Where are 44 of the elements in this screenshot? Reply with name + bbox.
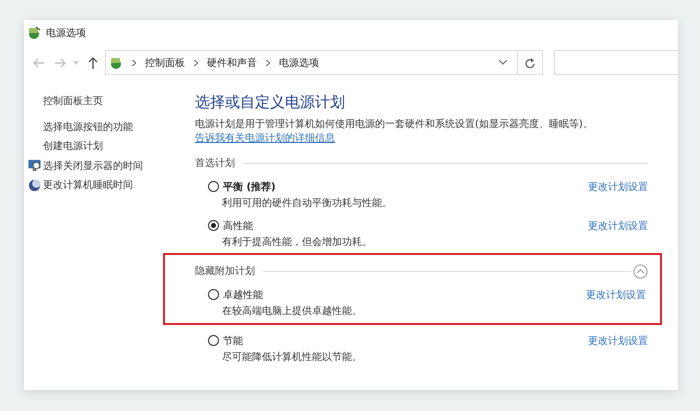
refresh-icon xyxy=(525,58,535,68)
group-title: 隐藏附加计划 xyxy=(195,264,255,278)
plan-description: 有利于提高性能，但会增加功耗。 xyxy=(221,236,373,249)
chevron-icon xyxy=(132,60,136,66)
monitor-clock-icon xyxy=(28,159,41,172)
change-plan-settings-link[interactable]: 更改计划设置 xyxy=(588,334,648,348)
plan-name: 平衡 (推荐) xyxy=(223,180,276,194)
address-bar[interactable]: 控制面板 硬件和声音 电源选项 xyxy=(105,50,518,75)
plan-description: 尽可能降低计算机性能以节能。 xyxy=(221,350,363,364)
power-options-icon xyxy=(109,56,123,70)
plan-name: 高性能 xyxy=(223,220,253,232)
search-field[interactable] xyxy=(554,50,678,75)
sidebar-link[interactable]: 控制面板主页 xyxy=(43,94,103,108)
moon-icon xyxy=(28,178,41,192)
radio-button[interactable] xyxy=(208,289,219,300)
sidebar-link[interactable]: 选择电源按钮的功能 xyxy=(43,120,133,134)
breadcrumb[interactable]: 硬件和声音 xyxy=(207,56,257,70)
radio-button[interactable] xyxy=(208,181,219,192)
up-icon[interactable] xyxy=(88,56,98,68)
plan-description: 在较高端电脑上提供卓越性能。 xyxy=(221,304,363,318)
sidebar-link[interactable]: 更改计算机睡眠时间 xyxy=(43,178,133,192)
plan-description: 利用可用的硬件自动平衡功耗与性能。 xyxy=(221,196,393,210)
details-link[interactable]: 告诉我有关电源计划的详细信息 xyxy=(195,133,335,144)
power-options-icon xyxy=(27,26,41,40)
description-text: 电源计划是用于管理计算机如何使用电源的一套硬件和系统设置(如显示器亮度、睡眠等)。 告诉我有关电源计划的详细信息 xyxy=(195,118,594,146)
change-plan-settings-link[interactable]: 更改计划设置 xyxy=(588,180,648,194)
breadcrumb[interactable]: 电源选项 xyxy=(279,56,319,70)
window-title: 电源选项 xyxy=(46,26,86,40)
radio-button[interactable] xyxy=(208,220,219,231)
plan-name: 节能 xyxy=(223,334,243,348)
plan-name: 卓越性能 xyxy=(223,288,263,302)
change-plan-settings-link[interactable]: 更改计划设置 xyxy=(586,288,646,302)
chevron-icon xyxy=(194,60,198,66)
group-title: 首选计划 xyxy=(195,156,235,170)
change-plan-settings-link[interactable]: 更改计划设置 xyxy=(588,218,648,232)
chevron-icon xyxy=(266,60,270,66)
refresh-button[interactable] xyxy=(518,50,543,75)
collapse-icon[interactable] xyxy=(633,264,648,278)
sidebar-link[interactable]: 选择关闭显示器的时间 xyxy=(43,158,143,173)
dropdown-icon[interactable] xyxy=(499,60,507,65)
sidebar-link[interactable]: 创建电源计划 xyxy=(43,139,103,154)
breadcrumb[interactable]: 控制面板 xyxy=(145,56,185,70)
radio-button[interactable] xyxy=(208,335,219,346)
page-heading: 选择或自定义电源计划 xyxy=(195,93,346,112)
